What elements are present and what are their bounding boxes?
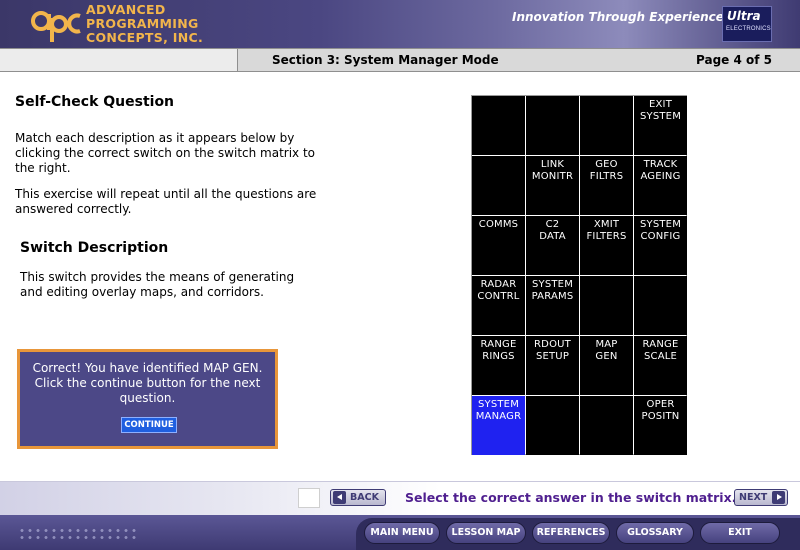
switch-description-text: This switch provides the means of genera…: [20, 270, 295, 299]
switch-rdout-setup[interactable]: RDOUT SETUP: [526, 336, 579, 395]
back-button[interactable]: BACK: [330, 489, 386, 506]
ultra-logo-word: Ultra: [727, 9, 761, 23]
ultra-logo-subtitle: ELECTRONICS: [726, 26, 771, 32]
company-name: ADVANCED PROGRAMMING CONCEPTS, INC.: [86, 3, 226, 45]
switch-comms[interactable]: COMMS: [472, 216, 525, 275]
switch-system-config[interactable]: SYSTEM CONFIG: [634, 216, 687, 275]
switch-xmit-filters[interactable]: XMIT FILTERS: [580, 216, 633, 275]
main-menu-button[interactable]: MAIN MENU: [364, 522, 440, 544]
section-bar-stub: [0, 49, 238, 71]
apc-logo-icon: [31, 11, 81, 42]
company-line-2: PROGRAMMING: [86, 16, 199, 31]
references-button[interactable]: REFERENCES: [532, 522, 610, 544]
switch-blank-r1c2[interactable]: [526, 96, 579, 155]
switch-radar-contrl[interactable]: RADAR CONTRL: [472, 276, 525, 335]
next-label: NEXT: [739, 492, 768, 503]
switch-system-params[interactable]: SYSTEM PARAMS: [526, 276, 579, 335]
question-heading: Self-Check Question: [15, 94, 175, 110]
company-line-3: CONCEPTS, INC.: [86, 30, 203, 45]
switch-exit-system[interactable]: EXIT SYSTEM: [634, 96, 687, 155]
navigation-bar: BACK Select the correct answer in the sw…: [0, 481, 800, 515]
lesson-map-button[interactable]: LESSON MAP: [446, 522, 526, 544]
switch-geo-filtrs[interactable]: GEO FILTRS: [580, 156, 633, 215]
switch-map-gen[interactable]: MAP GEN: [580, 336, 633, 395]
next-button[interactable]: NEXT: [734, 489, 788, 506]
switch-link-monitr[interactable]: LINK MONITR: [526, 156, 579, 215]
arrow-right-icon: [772, 491, 785, 504]
switch-c2-data[interactable]: C2 DATA: [526, 216, 579, 275]
section-bar: Section 3: System Manager Mode Page 4 of…: [0, 48, 800, 72]
switch-oper-positn[interactable]: OPER POSITN: [634, 396, 687, 455]
back-label: BACK: [350, 492, 379, 503]
switch-description-heading: Switch Description: [20, 240, 169, 256]
switch-track-ageing[interactable]: TRACK AGEING: [634, 156, 687, 215]
continue-button[interactable]: CONTINUE: [121, 417, 177, 433]
dot-pattern-decoration: [18, 527, 138, 541]
nav-placeholder-box: [298, 488, 320, 508]
switch-blank-r6c2[interactable]: [526, 396, 579, 455]
arrow-left-icon: [333, 491, 346, 504]
switch-range-scale[interactable]: RANGE SCALE: [634, 336, 687, 395]
footer: MAIN MENU LESSON MAP REFERENCES GLOSSARY…: [0, 515, 800, 550]
tagline: Innovation Through Experience: [512, 10, 724, 24]
app-header: ADVANCED PROGRAMMING CONCEPTS, INC. Inno…: [0, 0, 800, 48]
switch-system-managr[interactable]: SYSTEM MANAGR: [472, 396, 525, 455]
company-line-1: ADVANCED: [86, 2, 166, 17]
switch-range-rings[interactable]: RANGE RINGS: [472, 336, 525, 395]
instruction-text: Match each description as it appears bel…: [15, 131, 316, 175]
switch-blank-r1c1[interactable]: [472, 96, 525, 155]
switch-matrix: EXIT SYSTEM LINK MONITR GEO FILTRS TRACK AG…: [471, 95, 687, 455]
switch-blank-r2c1[interactable]: [472, 156, 525, 215]
exit-button[interactable]: EXIT: [700, 522, 780, 544]
switch-blank-r6c3[interactable]: [580, 396, 633, 455]
ultra-electronics-logo: Ultra ELECTRONICS: [722, 6, 772, 42]
switch-blank-r1c3[interactable]: [580, 96, 633, 155]
nav-instruction: Select the correct answer in the switch …: [405, 490, 737, 505]
switch-blank-r4c4[interactable]: [634, 276, 687, 335]
feedback-box: Correct! You have identified MAP GEN. Cl…: [17, 349, 278, 449]
page-indicator: Page 4 of 5: [696, 53, 772, 67]
section-title: Section 3: System Manager Mode: [272, 53, 499, 67]
feedback-message: Correct! You have identified MAP GEN. Cl…: [32, 361, 263, 405]
switch-blank-r4c3[interactable]: [580, 276, 633, 335]
repeat-notice-text: This exercise will repeat until all the …: [15, 187, 317, 216]
glossary-button[interactable]: GLOSSARY: [616, 522, 694, 544]
